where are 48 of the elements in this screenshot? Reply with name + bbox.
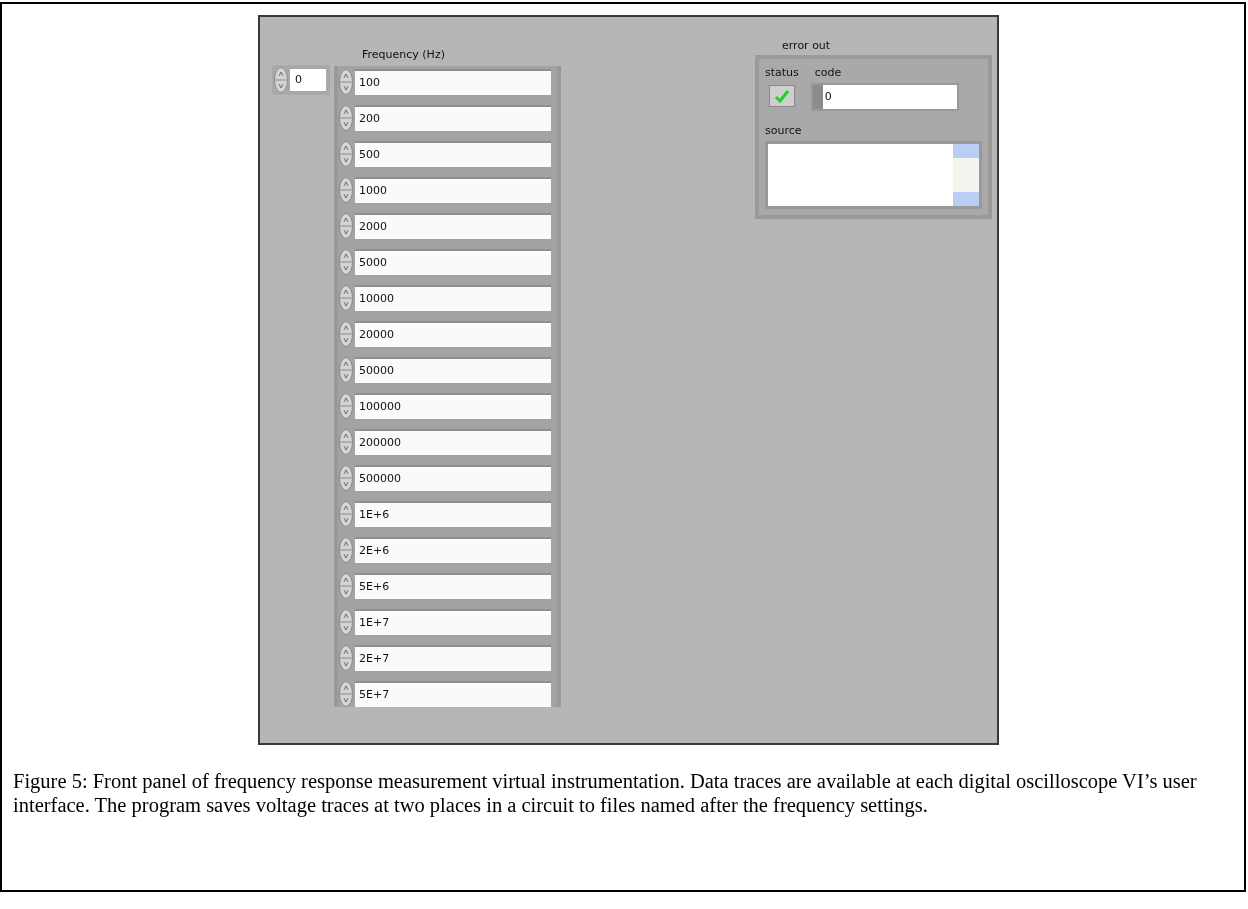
code-field[interactable]: 0 [810,83,959,111]
frequency-field[interactable]: 5000 [355,249,551,275]
code-label: code [814,65,843,81]
spinner-icon[interactable] [339,501,353,527]
frequency-field[interactable]: 2E+7 [355,645,551,671]
spinner-icon[interactable] [339,321,353,347]
frequency-field[interactable]: 500 [355,141,551,167]
figure-caption: Figure 5: Front panel of frequency response measurement virtual instrumentation. Data traces are available at each digital oscilloscope VI’s user interface. The program saves voltage traces at two places in a circuit to files named after the frequency settings. [13,769,1198,817]
checkmark-icon [773,89,790,103]
spinner-icon[interactable] [339,393,353,419]
scrollbar[interactable] [953,144,979,206]
frequency-field[interactable]: 1E+7 [355,609,551,635]
frequency-field[interactable]: 100000 [355,393,551,419]
spinner-icon[interactable] [339,213,353,239]
frequency-field[interactable]: 10000 [355,285,551,311]
spinner-icon[interactable] [339,573,353,599]
spinner-icon[interactable] [339,69,353,95]
cluster-label: error out [782,39,832,53]
spinner-icon[interactable] [339,537,353,563]
frequency-field[interactable]: 2000 [355,213,551,239]
spinner-icon[interactable] [339,429,353,455]
spinner-icon[interactable] [339,177,353,203]
spinner-icon[interactable] [339,681,353,707]
frequency-field[interactable]: 5E+6 [355,573,551,599]
frequency-field[interactable]: 5E+7 [355,681,551,707]
frequency-field[interactable]: 200000 [355,429,551,455]
spinner-icon[interactable] [339,285,353,311]
spinner-icon[interactable] [339,141,353,167]
status-label: status [765,65,799,81]
source-label: source [765,123,803,139]
frequency-field[interactable]: 50000 [355,357,551,383]
frequency-field[interactable]: 500000 [355,465,551,491]
frequency-field[interactable]: 2E+6 [355,537,551,563]
array-label: Frequency (Hz) [362,48,446,62]
spinner-icon[interactable] [339,645,353,671]
spinner-icon[interactable] [339,357,353,383]
spinner-icon[interactable] [339,249,353,275]
frequency-field[interactable]: 200 [355,105,551,131]
spinner-icon[interactable] [339,609,353,635]
frequency-field[interactable]: 100 [355,69,551,95]
spinner-icon[interactable] [339,105,353,131]
frequency-field[interactable]: 1000 [355,177,551,203]
frequency-field[interactable]: 20000 [355,321,551,347]
spinner-icon[interactable] [339,465,353,491]
frequency-field[interactable]: 1E+6 [355,501,551,527]
source-field[interactable] [765,141,982,209]
index-control[interactable]: 0 [272,65,330,95]
spinner-icon[interactable] [274,67,288,93]
